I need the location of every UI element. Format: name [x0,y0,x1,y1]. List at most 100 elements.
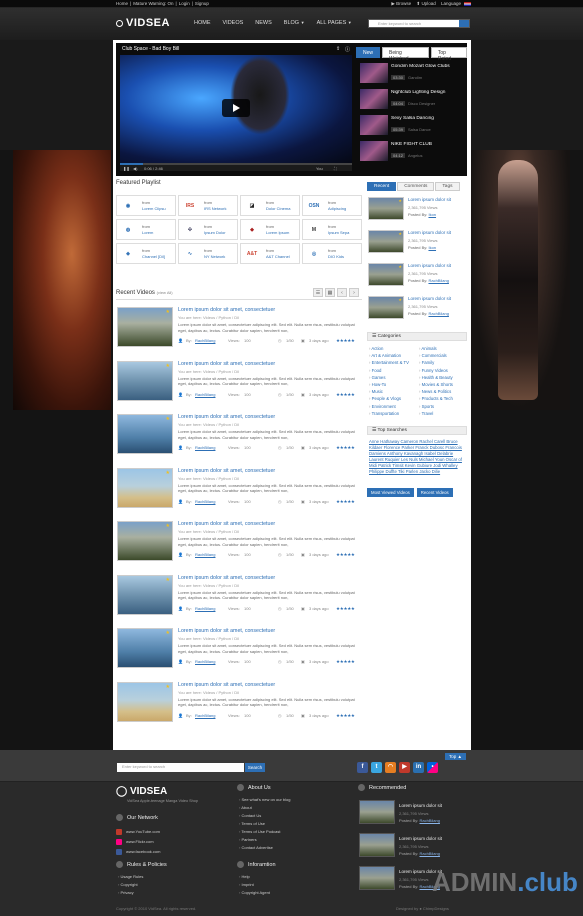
playlist-card[interactable]: ◪ from Dolor Cinema [240,195,300,216]
playlist-card[interactable]: ✣ from Ipsum Dolor [178,219,238,240]
about-link[interactable]: See what's new on our blog [239,796,290,804]
author-link[interactable]: RachBilang [195,499,215,504]
video-title-link[interactable]: Lorem ipsum dolor sit amet, consectetuer [178,414,275,420]
about-link[interactable]: Partners [239,836,290,844]
star-icon[interactable]: ★ [166,363,170,369]
play-icon[interactable] [222,99,250,117]
category-link[interactable]: Family [419,360,465,365]
category-link[interactable]: Games [369,375,419,380]
rating-stars[interactable]: ★★★★★ [336,552,355,558]
network-flickr-link[interactable]: www.Flickr.com [116,837,160,847]
category-link[interactable]: Entertainment & TV [369,360,419,365]
info-link[interactable]: Imprint [239,881,270,889]
category-link[interactable]: Sports [419,404,465,409]
sidebar-thumbnail[interactable]: ★ [368,197,404,220]
youtube-logo[interactable]: You [316,166,323,171]
sidebar-thumbnail[interactable]: ★ [368,263,404,286]
share-icon[interactable]: ⇪ [336,46,340,52]
browse-link[interactable]: ▶ Browse [391,1,411,6]
author-link[interactable]: RachBilang [195,552,215,557]
rules-link[interactable]: Copyright [118,881,143,889]
category-link[interactable]: Transportation [369,411,419,416]
video-title-link[interactable]: Lorem ipsum dolor sit amet, consectetuer [178,307,275,313]
posted-author[interactable]: RachBilang [428,311,448,316]
playlist-card[interactable]: ◆ from Lorem Ipsum [240,219,300,240]
nav-all-pages[interactable]: ALL PAGES ▼ [311,18,358,28]
category-link[interactable]: Food [369,368,419,373]
author-link[interactable]: RachBilang [195,338,215,343]
header-search-input[interactable]: Enter keyword to search [368,19,470,28]
star-icon[interactable]: ★ [166,309,170,315]
playlist-item[interactable]: Sexy Salsa Dancing 05:39 Salsa Dance [360,113,458,139]
video-thumbnail[interactable]: ★ [117,681,173,722]
rating-stars[interactable]: ★★★★★ [336,392,355,398]
video-title-link[interactable]: Lorem ipsum dolor sit amet, consectetuer [178,521,275,527]
recent-videos-button[interactable]: Recent Videos [416,488,453,497]
video-thumbnail[interactable]: ★ [117,467,173,508]
playlist-item[interactable]: Gondim Mozart Glow Clubs 03:30 Gandim [360,61,458,87]
volume-icon[interactable]: ◀) [133,166,137,171]
playlist-item[interactable]: NIKE FIGHT CLUB 04:12 Angelus [360,139,458,165]
category-link[interactable]: Products & Tech [419,396,465,401]
rating-stars[interactable]: ★★★★★ [336,659,355,665]
author-link[interactable]: RachBilang [195,713,215,718]
author-link[interactable]: RachBilang [195,606,215,611]
recommended-title[interactable]: Lorem ipsum dolor sit [399,836,442,841]
tab-recent[interactable]: Recent [367,182,397,191]
about-link[interactable]: Contact Advertise [239,844,290,852]
view-all-link[interactable]: (view All) [157,290,173,295]
star-icon[interactable]: ★ [166,630,170,636]
rating-stars[interactable]: ★★★★★ [336,499,355,505]
card-name[interactable]: Ipsum Dolor [204,230,226,235]
sidebar-item-title[interactable]: Lorem ipsum dolor sit [408,197,451,202]
star-icon[interactable]: ★ [166,523,170,529]
tab-tags[interactable]: Tags [435,182,460,191]
video-title-link[interactable]: Lorem ipsum dolor sit amet, consectetuer [178,575,275,581]
upload-link[interactable]: ⬆ Upload [416,1,435,6]
card-name[interactable]: A&T Channel [266,254,290,259]
sidebar-item-title[interactable]: Lorem ipsum dolor sit [408,230,451,235]
flickr-icon[interactable]: • [427,762,438,773]
category-link[interactable]: Art & Animation [369,353,419,358]
card-name[interactable]: Ipsum Sepa [328,230,349,235]
youtube-icon[interactable]: ▶ [399,762,410,773]
posted-author[interactable]: RachBilang [428,278,448,283]
info-link[interactable]: Copyright Agent [239,889,269,897]
category-link[interactable]: Movies & Shorts [419,382,465,387]
footer-search-input[interactable]: Enter keyword to search [117,763,244,772]
card-name[interactable]: IRS Network [204,206,226,211]
video-thumbnail[interactable]: ★ [117,628,173,668]
video-thumbnail[interactable]: ★ [117,414,173,454]
author-link[interactable]: RachBilang [195,392,215,397]
rating-stars[interactable]: ★★★★★ [336,445,355,451]
footer-logo[interactable]: ◯ VIDSEA [116,786,167,797]
nav-news[interactable]: NEWS [249,18,278,28]
rss-icon[interactable]: ◠ [385,762,396,773]
rules-link[interactable]: Usage Rules [118,873,143,881]
recommended-thumbnail[interactable] [359,866,395,890]
video-thumbnail[interactable]: ★ [117,521,173,561]
posted-author[interactable]: Ikon [428,212,436,217]
tab-new[interactable]: New [356,47,381,58]
video-title-link[interactable]: Lorem ipsum dolor sit amet, consectetuer [178,468,275,474]
site-logo[interactable]: VIDSEA [116,17,170,29]
nav-videos[interactable]: VIDEOS [217,18,250,28]
designer-link[interactable]: ChimpDesigns [423,906,449,911]
star-icon[interactable]: ★ [166,577,170,583]
nav-blog[interactable]: BLOG ▼ [278,18,311,28]
card-name[interactable]: Lorem Ipsum [266,230,289,235]
playlist-card[interactable]: ◉ from Lorem Clipsu [116,195,176,216]
about-link[interactable]: Terms of Use Podcast [239,828,290,836]
card-name[interactable]: DIO Kids [328,254,344,259]
prev-icon[interactable]: ‹ [337,288,347,297]
progress-bar[interactable] [120,163,352,165]
rating-stars[interactable]: ★★★★★ [336,338,355,344]
nav-home[interactable]: HOME [188,18,217,28]
pause-icon[interactable]: ❚❚ [123,166,130,171]
facebook-icon[interactable]: f [357,762,368,773]
sidebar-thumbnail[interactable]: ★ [368,296,404,319]
most-viewed-button[interactable]: Most Viewed Videos [367,488,414,497]
next-icon[interactable]: › [349,288,359,297]
card-name[interactable]: Adipiscing [328,206,346,211]
star-icon[interactable]: ★ [166,470,170,476]
